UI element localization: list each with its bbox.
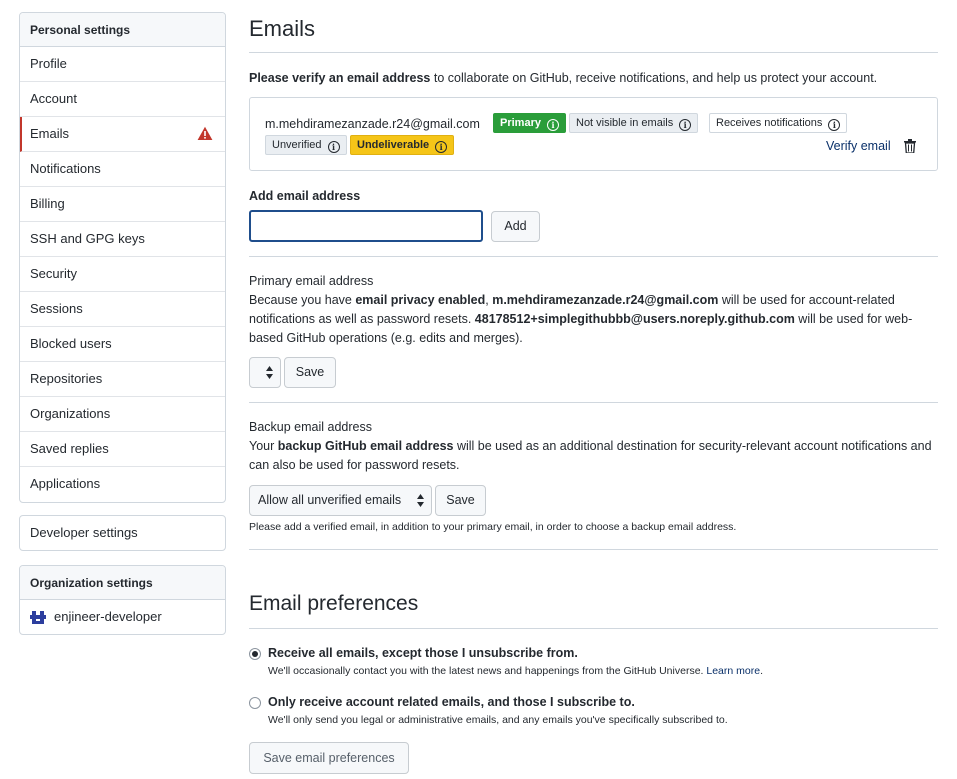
backup-email-note: Please add a verified email, in addition… — [249, 521, 737, 533]
text: Because you have — [249, 293, 356, 307]
trash-icon[interactable] — [904, 139, 916, 153]
unverified-badge-label: Unverified — [272, 139, 322, 151]
sidebar-item-ssh-gpg-keys[interactable]: SSH and GPG keys — [20, 222, 225, 257]
sidebar-item-notifications[interactable]: Notifications — [20, 152, 225, 187]
sidebar-item-profile[interactable]: Profile — [20, 47, 225, 82]
info-icon: i — [828, 119, 841, 131]
info-icon: i — [679, 119, 692, 131]
sidebar-item-emails[interactable]: Emails — [20, 117, 225, 152]
sidebar-item-organization[interactable]: enjineer-developer — [20, 600, 225, 634]
sidebar-item-account[interactable]: Account — [20, 82, 225, 117]
option-account-only-title[interactable]: Only receive account related emails, and… — [268, 695, 635, 709]
learn-more-link[interactable]: Learn more — [706, 665, 760, 677]
primary-email-label: Primary email address — [249, 274, 374, 288]
select-updown-icon — [417, 494, 424, 507]
info-icon: i — [546, 119, 559, 131]
verify-notice: Please verify an email address to collab… — [249, 71, 877, 85]
divider — [249, 256, 938, 257]
receives-notifications-badge[interactable]: Receives notifications i — [709, 113, 848, 133]
save-email-preferences-button[interactable]: Save email preferences — [249, 742, 409, 774]
sidebar-item-applications[interactable]: Applications — [20, 467, 225, 502]
primary-email-value: m.mehdiramezanzade.r24@gmail.com — [492, 293, 719, 307]
backup-email-select-value: Allow all unverified emails — [258, 493, 402, 507]
org-avatar-icon — [30, 609, 46, 626]
organization-settings-header: Organization settings — [20, 566, 225, 600]
text-bold: email privacy enabled — [355, 293, 486, 307]
radio-account-only[interactable] — [249, 697, 261, 709]
primary-email-save-button[interactable]: Save — [284, 357, 336, 388]
sidebar-item-organizations[interactable]: Organizations — [20, 397, 225, 432]
backup-email-label: Backup email address — [249, 420, 372, 434]
verify-notice-bold: Please verify an email address — [249, 71, 431, 85]
verify-email-link[interactable]: Verify email — [826, 139, 891, 153]
radio-receive-all[interactable] — [249, 648, 261, 660]
email-preferences-title: Email preferences — [249, 592, 419, 615]
add-email-input[interactable] — [249, 210, 483, 242]
sidebar-item-billing[interactable]: Billing — [20, 187, 225, 222]
text: . — [760, 665, 763, 677]
primary-email-select[interactable] — [249, 357, 281, 388]
option-receive-all-title[interactable]: Receive all emails, except those I unsub… — [268, 646, 578, 660]
alert-triangle-icon — [197, 126, 213, 140]
sidebar-item-saved-replies[interactable]: Saved replies — [20, 432, 225, 467]
sidebar-item-repositories[interactable]: Repositories — [20, 362, 225, 397]
info-icon: i — [435, 141, 448, 153]
email-entry: m.mehdiramezanzade.r24@gmail.com Primary… — [249, 97, 938, 171]
backup-email-save-button[interactable]: Save — [435, 485, 486, 516]
personal-settings-header: Personal settings — [20, 13, 225, 47]
sidebar-item-label: Emails — [30, 126, 70, 141]
divider — [249, 402, 938, 403]
email-address: m.mehdiramezanzade.r24@gmail.com — [265, 117, 480, 131]
divider — [249, 628, 938, 629]
add-email-button[interactable]: Add — [491, 211, 540, 242]
sidebar-item-sessions[interactable]: Sessions — [20, 292, 225, 327]
text-bold: backup GitHub email address — [277, 439, 454, 453]
sidebar-item-developer-settings[interactable]: Developer settings — [20, 516, 225, 550]
settings-page: Personal settings Profile Account Emails… — [0, 0, 957, 779]
organization-name: enjineer-developer — [54, 609, 162, 624]
backup-email-select[interactable]: Allow all unverified emails — [249, 485, 432, 516]
not-visible-badge[interactable]: Not visible in emails i — [569, 113, 699, 133]
divider — [249, 52, 938, 53]
receives-notifications-badge-label: Receives notifications — [716, 117, 823, 129]
noreply-email-value: 48178512+simplegithubbb@users.noreply.gi… — [474, 312, 795, 326]
add-email-label: Add email address — [249, 189, 361, 203]
undeliverable-badge[interactable]: Undeliverable i — [350, 135, 455, 155]
unverified-badge[interactable]: Unverified i — [265, 135, 347, 155]
select-updown-icon — [266, 366, 273, 379]
text: We'll occasionally contact you with the … — [268, 665, 707, 677]
sidebar-item-blocked-users[interactable]: Blocked users — [20, 327, 225, 362]
backup-email-description: Your backup GitHub email address will be… — [249, 437, 938, 475]
personal-settings-menu: Personal settings Profile Account Emails… — [19, 12, 226, 503]
organization-settings-menu: Organization settings enjineer-developer — [19, 565, 226, 635]
not-visible-badge-label: Not visible in emails — [576, 117, 674, 129]
text: Your — [249, 439, 278, 453]
divider — [249, 549, 938, 550]
primary-email-description: Because you have email privacy enabled, … — [249, 291, 938, 348]
undeliverable-badge-label: Undeliverable — [357, 139, 430, 151]
info-icon: i — [327, 141, 340, 153]
developer-settings-menu: Developer settings — [19, 515, 226, 551]
verify-notice-text: to collaborate on GitHub, receive notifi… — [430, 71, 878, 85]
primary-badge[interactable]: Primary i — [493, 113, 566, 133]
option-receive-all-description: We'll occasionally contact you with the … — [268, 665, 763, 677]
page-title: Emails — [249, 16, 316, 41]
option-account-only-description: We'll only send you legal or administrat… — [268, 714, 728, 726]
primary-badge-label: Primary — [500, 117, 541, 129]
sidebar-item-security[interactable]: Security — [20, 257, 225, 292]
